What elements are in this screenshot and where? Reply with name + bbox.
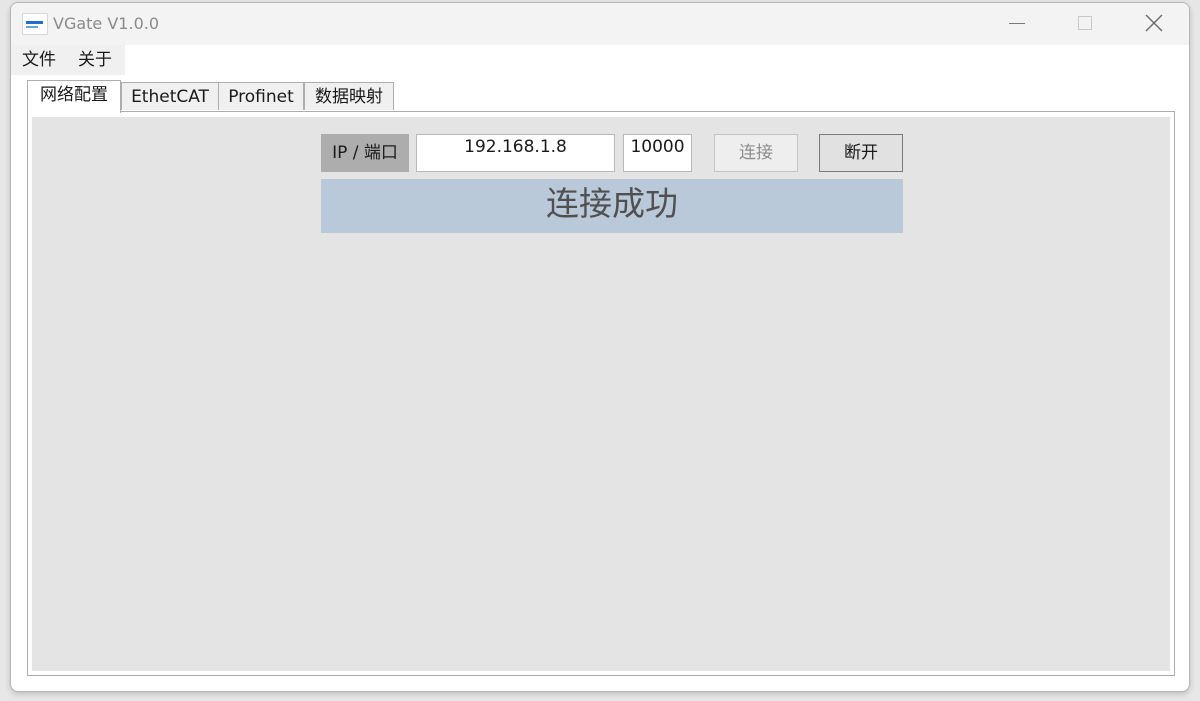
minimize-icon: [1009, 23, 1025, 24]
ip-address-input[interactable]: 192.168.1.8: [416, 134, 615, 172]
app-logo-icon: [22, 13, 48, 35]
menu-about[interactable]: 关于: [78, 49, 112, 71]
menu-file[interactable]: 文件: [22, 49, 56, 71]
maximize-button[interactable]: [1054, 3, 1114, 45]
port-input[interactable]: 10000: [623, 134, 692, 172]
menu-bar: 文件 关于: [11, 45, 1189, 75]
maximize-icon: [1078, 16, 1092, 30]
panel-content: IP / 端口 192.168.1.8 10000 连接 断开 连接成功: [32, 117, 1170, 671]
close-icon: [1145, 14, 1163, 32]
network-config-panel: IP / 端口 192.168.1.8 10000 连接 断开 连接成功: [27, 111, 1175, 676]
connect-button[interactable]: 连接: [714, 134, 798, 172]
connection-status: 连接成功: [321, 179, 903, 233]
window-title: VGate V1.0.0: [53, 14, 160, 33]
disconnect-button[interactable]: 断开: [819, 134, 903, 172]
title-bar[interactable]: VGate V1.0.0: [11, 3, 1189, 45]
tab-ethercat[interactable]: EthetCAT: [121, 82, 219, 110]
app-window: VGate V1.0.0 文件 关于 网络配置 EthetCAT Profine…: [10, 2, 1190, 692]
close-button[interactable]: [1124, 3, 1184, 45]
tab-profinet[interactable]: Profinet: [218, 82, 304, 110]
ip-port-label: IP / 端口: [321, 134, 409, 172]
minimize-button[interactable]: [987, 3, 1047, 45]
tab-data-mapping[interactable]: 数据映射: [304, 82, 394, 110]
tab-network-config[interactable]: 网络配置: [27, 80, 121, 113]
